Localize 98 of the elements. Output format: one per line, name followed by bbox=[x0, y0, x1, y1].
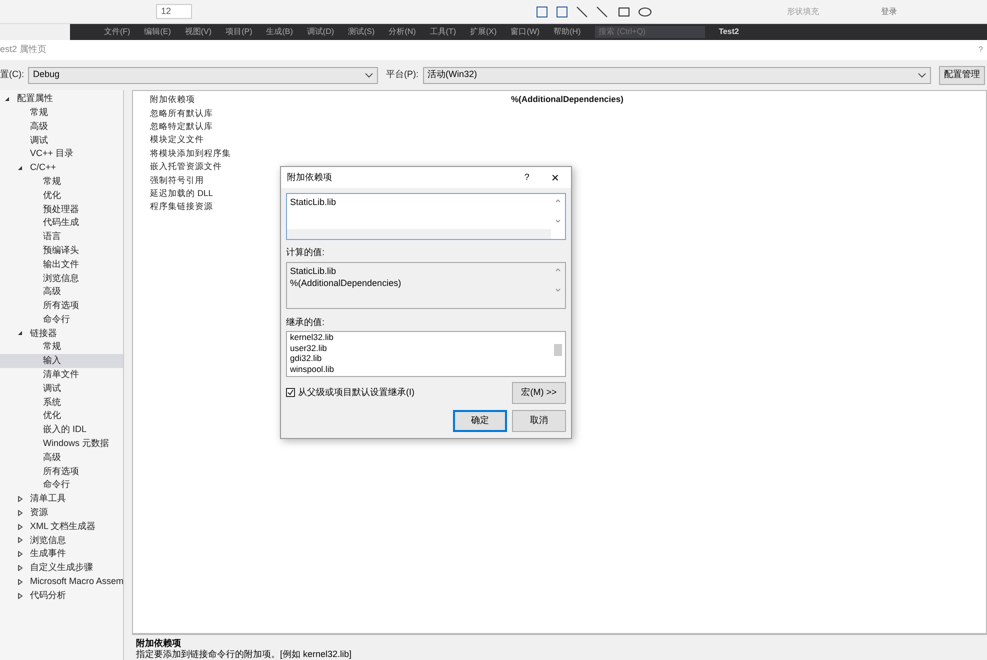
cancel-button[interactable]: 取消 bbox=[512, 410, 566, 432]
tree-item[interactable]: Microsoft Macro Assem bbox=[0, 574, 123, 589]
property-name[interactable]: 忽略特定默认库 bbox=[133, 120, 511, 133]
tree-item[interactable]: Windows 元数据 bbox=[0, 436, 123, 451]
collapsed-arrow-icon[interactable] bbox=[17, 537, 23, 544]
help-button[interactable]: ? bbox=[978, 44, 983, 56]
tree-item[interactable]: 高级 bbox=[0, 285, 123, 299]
tree-item[interactable]: 调试 bbox=[0, 382, 123, 396]
window-title: est2 属性页 bbox=[0, 43, 47, 56]
menu-item[interactable]: 生成(B) bbox=[266, 26, 293, 38]
tree-item[interactable]: 配置属性 bbox=[0, 92, 123, 106]
tree-item[interactable]: 优化 bbox=[0, 409, 123, 424]
collapsed-arrow-icon[interactable] bbox=[17, 551, 23, 558]
inherit-checkbox[interactable] bbox=[286, 388, 295, 398]
expanded-arrow-icon[interactable] bbox=[4, 96, 10, 102]
collapsed-arrow-icon[interactable] bbox=[17, 510, 23, 516]
tree-item[interactable]: C/C++ bbox=[0, 160, 123, 175]
config-manager-button[interactable]: 配置管理 bbox=[939, 66, 985, 84]
inherited-label: 继承的值: bbox=[286, 316, 326, 328]
sign-in-label[interactable]: 登录 bbox=[881, 6, 897, 18]
dropdown-chevron-icon bbox=[918, 72, 926, 78]
scrollbar-thumb[interactable] bbox=[554, 344, 562, 356]
tree-item[interactable]: 浏览信息 bbox=[0, 271, 123, 286]
tree-item[interactable]: 预编译头 bbox=[0, 244, 123, 258]
horizontal-scrollbar[interactable] bbox=[287, 229, 551, 239]
tree-item[interactable]: 调试 bbox=[0, 133, 123, 148]
menu-item[interactable]: 调试(D) bbox=[306, 26, 334, 38]
collapsed-arrow-icon[interactable] bbox=[17, 592, 23, 599]
checkmark-icon bbox=[287, 389, 294, 396]
dependencies-input[interactable]: StaticLib.lib bbox=[286, 193, 566, 240]
property-name[interactable]: 忽略所有默认库 bbox=[133, 106, 511, 120]
menu-item[interactable]: 工具(T) bbox=[430, 26, 456, 38]
dialog-title: 附加依赖项 bbox=[287, 170, 333, 184]
property-name[interactable]: 模块定义文件 bbox=[133, 133, 511, 146]
tree-item[interactable]: 高级 bbox=[0, 120, 123, 134]
inherited-values: kernel32.lib user32.lib gdi32.lib winspool.lib bbox=[286, 331, 566, 377]
tree-item[interactable]: 代码生成 bbox=[0, 216, 123, 230]
platform-dropdown[interactable]: 活动(Win32) bbox=[422, 66, 931, 84]
tree-item[interactable]: 系统 bbox=[0, 396, 123, 410]
menu-item[interactable]: 帮助(H) bbox=[554, 26, 581, 38]
menu-item[interactable]: 分析(N) bbox=[388, 26, 416, 38]
tree-item[interactable]: 高级 bbox=[0, 450, 123, 465]
platform-label: 平台(P): bbox=[386, 68, 418, 82]
config-dropdown[interactable]: Debug bbox=[28, 66, 378, 84]
tree-item[interactable]: XML 文档生成器 bbox=[0, 520, 123, 534]
help-button[interactable]: ? bbox=[524, 170, 530, 184]
collapsed-arrow-icon[interactable] bbox=[17, 564, 23, 571]
scroll-arrows-icon bbox=[555, 266, 561, 292]
tree-item[interactable]: 命令行 bbox=[0, 478, 123, 492]
tree-item[interactable]: 资源 bbox=[0, 506, 123, 520]
ok-button[interactable]: 确定 bbox=[453, 410, 507, 432]
description-text: 指定要添加到链接命令行的附加项。[例如 kernel32.lib] bbox=[136, 649, 353, 660]
tree-item[interactable]: 清单工具 bbox=[0, 492, 123, 506]
property-name[interactable]: 附加依赖项 bbox=[133, 93, 511, 106]
tree-item[interactable]: 输出文件 bbox=[0, 258, 123, 272]
property-value[interactable]: %(AdditionalDependencies) bbox=[511, 93, 624, 106]
tree-item[interactable]: 常规 bbox=[0, 106, 123, 120]
computed-values: StaticLib.lib %(AdditionalDependencies) bbox=[286, 262, 566, 308]
font-size-field[interactable]: 12 bbox=[156, 4, 192, 20]
tree-item[interactable]: 优化 bbox=[0, 188, 123, 202]
tree-item[interactable]: 所有选项 bbox=[0, 464, 123, 478]
macros-button[interactable]: 宏(M) >> bbox=[512, 382, 566, 404]
tree-item[interactable]: 自定义生成步骤 bbox=[0, 561, 123, 575]
tree-item[interactable]: 浏览信息 bbox=[0, 534, 123, 548]
tree-item[interactable]: 预处理器 bbox=[0, 202, 123, 216]
description-title: 附加依赖项 bbox=[136, 638, 182, 649]
inherit-checkbox-label[interactable]: 从父级或项目默认设置继承(I) bbox=[298, 386, 414, 400]
menu-item[interactable]: 编辑(E) bbox=[144, 26, 171, 38]
collapsed-arrow-icon[interactable] bbox=[17, 524, 23, 530]
expanded-arrow-icon[interactable] bbox=[17, 164, 23, 171]
menu-item[interactable]: 窗口(W) bbox=[510, 26, 540, 38]
dropdown-chevron-icon bbox=[365, 72, 373, 78]
close-button[interactable]: × bbox=[551, 171, 559, 184]
tree-item[interactable]: 所有选项 bbox=[0, 298, 123, 313]
tree-item[interactable]: 清单文件 bbox=[0, 368, 123, 382]
collapsed-arrow-icon[interactable] bbox=[17, 578, 23, 585]
tree-item[interactable]: 嵌入的 IDL bbox=[0, 423, 123, 437]
menu-item[interactable]: 项目(P) bbox=[226, 26, 252, 38]
project-name: Test2 bbox=[718, 26, 739, 38]
collapsed-arrow-icon[interactable] bbox=[17, 496, 23, 502]
scroll-arrows-icon bbox=[555, 198, 561, 224]
computed-label: 计算的值: bbox=[286, 246, 326, 259]
property-name[interactable]: 将模块添加到程序集 bbox=[133, 146, 511, 160]
tree-item[interactable]: 语言 bbox=[0, 230, 123, 244]
tree-item[interactable]: 输入 bbox=[0, 354, 123, 368]
tree-item[interactable]: 命令行 bbox=[0, 312, 123, 327]
config-label: 置(C): bbox=[0, 68, 24, 82]
expanded-arrow-icon[interactable] bbox=[17, 330, 23, 336]
tree-item[interactable]: VC++ 目录 bbox=[0, 147, 123, 161]
tree-item[interactable]: 常规 bbox=[0, 174, 123, 189]
tree-item[interactable]: 常规 bbox=[0, 340, 123, 354]
menu-item[interactable]: 扩展(X) bbox=[470, 26, 497, 38]
menu-item[interactable]: 视图(V) bbox=[184, 26, 212, 38]
tree-item[interactable]: 代码分析 bbox=[0, 588, 123, 602]
menu-item[interactable]: 文件(F) bbox=[104, 26, 130, 38]
menu-item[interactable]: 测试(S) bbox=[348, 26, 375, 38]
tree-item[interactable]: 链接器 bbox=[0, 326, 123, 340]
tree-item[interactable]: 生成事件 bbox=[0, 547, 123, 562]
